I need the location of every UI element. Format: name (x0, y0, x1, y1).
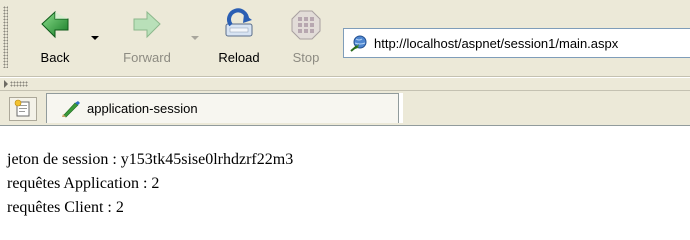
back-icon (38, 8, 72, 42)
expand-chevron-icon[interactable] (4, 80, 8, 88)
forward-icon (130, 8, 164, 42)
reload-label: Reload (218, 50, 260, 65)
toolbar-grip[interactable] (3, 6, 8, 68)
forward-button[interactable]: Forward (110, 6, 184, 68)
stop-icon (289, 8, 323, 42)
strip-grip[interactable] (10, 81, 28, 87)
back-label: Back (40, 50, 70, 65)
page-url-icon (350, 34, 368, 52)
session-token-text: jeton de session : y153tk45sise0lrhdzrf2… (7, 151, 294, 168)
application-requests-text: requêtes Application : 2 (7, 175, 160, 192)
stop-label: Stop (292, 50, 320, 65)
tab-bar: application-session (0, 91, 690, 125)
forward-history-chevron-icon[interactable] (191, 36, 199, 40)
page-content: jeton de session : y153tk45sise0lrhdzrf2… (0, 126, 690, 240)
tab-title: application-session (87, 101, 198, 116)
back-history-chevron-icon[interactable] (91, 36, 99, 40)
browser-chrome: Back Forward Reload Stop http://localhos… (0, 0, 690, 125)
collapsed-toolbar-strip[interactable] (0, 78, 690, 90)
tab-application-session[interactable]: application-session (46, 93, 400, 123)
url-text: http://localhost/aspnet/session1/main.as… (374, 35, 619, 51)
reload-button[interactable]: Reload (208, 6, 270, 68)
back-button[interactable]: Back (28, 6, 82, 68)
stop-button[interactable]: Stop (284, 6, 328, 68)
client-requests-text: requêtes Client : 2 (7, 199, 124, 216)
new-tab-button[interactable] (9, 97, 37, 121)
address-bar[interactable]: http://localhost/aspnet/session1/main.as… (343, 28, 690, 58)
navigation-toolbar: Back Forward Reload Stop http://localhos… (0, 0, 690, 75)
tab-edge (398, 93, 403, 123)
new-tab-icon (14, 99, 30, 117)
forward-label: Forward (123, 50, 171, 65)
tab-favicon-icon (61, 100, 81, 118)
reload-icon (222, 8, 256, 42)
